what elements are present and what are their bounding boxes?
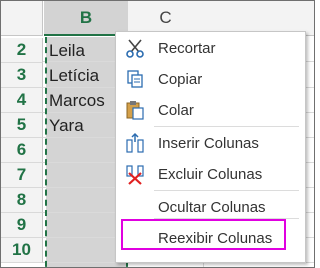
menu-separator	[154, 126, 299, 127]
menu-label: Colar	[158, 101, 194, 119]
cell-b5[interactable]: Yara	[49, 113, 84, 138]
menu-label: Recortar	[158, 39, 216, 57]
delete-columns-icon	[124, 163, 146, 185]
menu-label: Excluir Colunas	[158, 165, 263, 183]
highlight-box	[121, 219, 286, 250]
cell-b3[interactable]: Letícia	[49, 63, 99, 88]
menu-separator	[154, 190, 299, 191]
scissors-icon	[124, 37, 146, 59]
menu-item-recortar[interactable]: Recortar	[116, 33, 305, 63]
copy-icon	[124, 68, 146, 90]
row-header-2[interactable]: 2	[1, 38, 43, 63]
cell-b2[interactable]: Leila	[49, 38, 85, 63]
menu-item-inserir-colunas[interactable]: Inserir Colunas	[116, 128, 305, 158]
spreadsheet-window: B C 2 3 4 5 6 7 8 9 10 Leila Letícia Mar…	[0, 0, 315, 268]
menu-label: Copiar	[158, 70, 203, 88]
menu-item-copiar[interactable]: Copiar	[116, 64, 305, 94]
row-header-4[interactable]: 4	[1, 88, 43, 113]
select-all-corner[interactable]	[1, 1, 43, 36]
insert-columns-icon	[124, 132, 146, 154]
row-header-6[interactable]: 6	[1, 138, 43, 163]
row-header-7[interactable]: 7	[1, 163, 43, 188]
menu-label: Inserir Colunas	[158, 134, 259, 152]
cell-b4[interactable]: Marcos	[49, 88, 105, 113]
row-header-5[interactable]: 5	[1, 113, 43, 138]
menu-item-excluir-colunas[interactable]: Excluir Colunas	[116, 159, 305, 189]
row-header-9[interactable]: 9	[1, 213, 43, 238]
row-header-3[interactable]: 3	[1, 63, 43, 88]
row-header-8[interactable]: 8	[1, 188, 43, 213]
menu-label: Ocultar Colunas	[158, 198, 266, 216]
menu-item-colar[interactable]: Colar	[116, 95, 305, 125]
row-header-10[interactable]: 10	[1, 238, 43, 263]
paste-icon	[124, 99, 146, 121]
